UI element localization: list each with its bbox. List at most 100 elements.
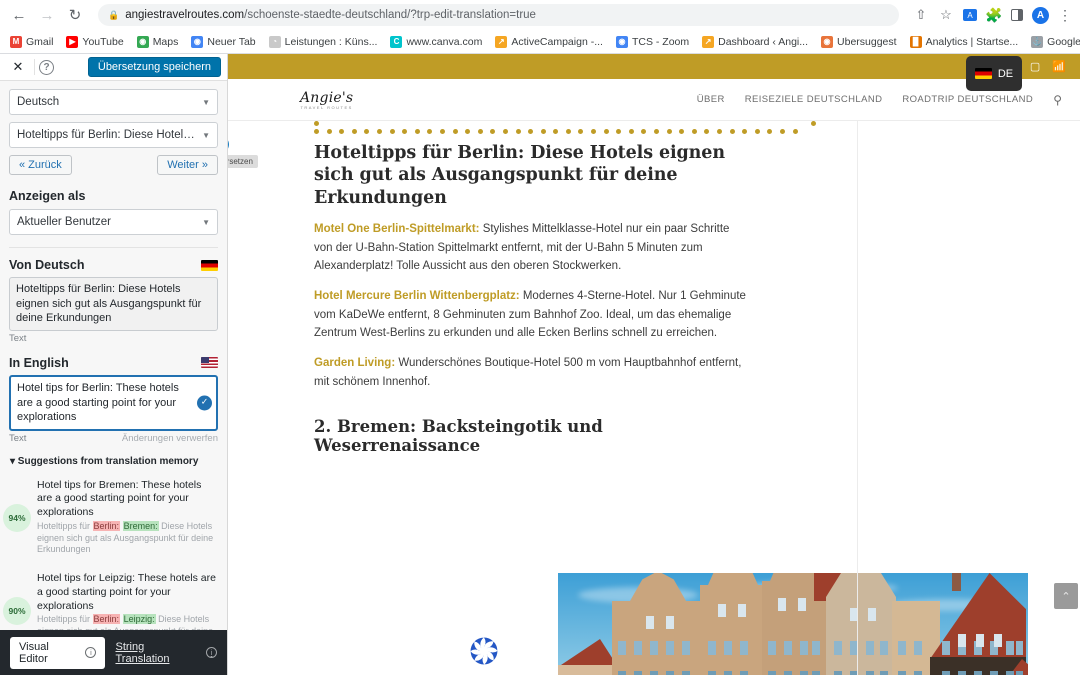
edit-pencil-icon[interactable]: ✎ bbox=[228, 136, 229, 153]
diff-added: Leipzig: bbox=[122, 614, 156, 625]
source-meta-row: Text bbox=[9, 333, 218, 344]
help-icon[interactable]: ? bbox=[39, 59, 54, 75]
window bbox=[650, 671, 658, 675]
target-language-header: In English bbox=[9, 356, 218, 370]
window bbox=[866, 641, 874, 655]
bookmark-item[interactable]: ◉ Neuer Tab bbox=[191, 35, 256, 48]
bookmark-item[interactable]: Cwww.canva.com bbox=[390, 35, 482, 48]
bookmark-label: YouTube bbox=[82, 35, 124, 48]
info-icon[interactable]: i bbox=[85, 647, 97, 658]
window bbox=[784, 671, 792, 675]
search-icon[interactable]: ⚲ bbox=[1053, 93, 1062, 107]
site-content: ✎ Übersetzen Hoteltipps für Berlin: Dies… bbox=[228, 121, 1080, 675]
site-logo[interactable]: Angie's TRAVEL ROUTES bbox=[300, 90, 353, 110]
bookmark-favicon-icon: ◉ bbox=[615, 35, 628, 48]
bookmark-label: Gmail bbox=[26, 35, 54, 48]
screen-root: ← → ↻ 🔒 angiestravelroutes.com/schoenste… bbox=[0, 0, 1080, 675]
section-heading: 2. Bremen: Backsteingotik und Weserrenai… bbox=[314, 417, 603, 456]
window bbox=[618, 671, 626, 675]
window bbox=[666, 671, 674, 675]
nav-link[interactable]: ÜBER bbox=[697, 94, 725, 105]
browser-menu-icon[interactable]: ⋮ bbox=[1058, 7, 1072, 24]
language-select-value: Deutsch bbox=[17, 96, 60, 108]
suggestion-match-percent: 90% bbox=[3, 597, 31, 626]
previous-string-button[interactable]: « Zurück bbox=[9, 155, 72, 175]
logo-subtext: TRAVEL ROUTES bbox=[300, 104, 353, 110]
side-panel-icon[interactable] bbox=[1011, 9, 1023, 21]
source-text-field: Hoteltipps für Berlin: Diese Hotels eign… bbox=[9, 277, 218, 331]
visual-editor-button[interactable]: Visual Editor i bbox=[10, 636, 106, 669]
bookmark-item[interactable]: ↗ ActiveCampaign -... bbox=[495, 35, 603, 48]
translate-icon[interactable]: A bbox=[963, 9, 977, 21]
dot bbox=[754, 129, 760, 134]
extensions-puzzle-icon[interactable]: 🧩 bbox=[985, 7, 1002, 23]
window bbox=[768, 641, 776, 655]
window bbox=[784, 641, 792, 655]
bookmark-item[interactable]: █ Analytics | Startse... bbox=[909, 35, 1018, 48]
window bbox=[868, 608, 876, 621]
nav-link[interactable]: ROADTRIP DEUTSCHLAND bbox=[902, 94, 1033, 105]
check-icon[interactable]: ✓ bbox=[197, 395, 212, 411]
bookmark-favicon-icon: ◉ bbox=[136, 35, 149, 48]
string-translation-button[interactable]: String Translation i bbox=[115, 641, 217, 665]
nav-link[interactable]: REISEZIELE DEUTSCHLAND bbox=[745, 94, 883, 105]
bookmark-item[interactable]: ◉ Ubersuggest bbox=[821, 35, 897, 48]
bookmark-star-icon[interactable]: ☆ bbox=[938, 7, 954, 23]
close-icon[interactable]: ✕ bbox=[6, 59, 30, 75]
reload-icon[interactable]: ↻ bbox=[64, 4, 86, 26]
save-translation-button[interactable]: Übersetzung speichern bbox=[87, 57, 221, 77]
bookmark-item[interactable]: ◉ Maps bbox=[136, 35, 178, 48]
language-switcher-badge[interactable]: DE bbox=[966, 56, 1022, 91]
suggestion-item[interactable]: 90% Hotel tips for Leipzig: These hotels … bbox=[0, 564, 227, 630]
sidebar-body: Deutsch ▼ Hoteltipps für Berlin: Diese H… bbox=[0, 81, 227, 471]
bookmark-item[interactable]: ⚓Google Search Co... bbox=[1031, 35, 1080, 48]
bookmark-item[interactable]: M Gmail bbox=[10, 35, 54, 48]
rss-icon[interactable]: 📶 bbox=[1052, 60, 1066, 73]
bookmark-favicon-icon: C bbox=[390, 35, 403, 48]
site-navigation: Angie's TRAVEL ROUTES ÜBER REISEZIELE DEU… bbox=[228, 79, 1080, 121]
suggestion-item[interactable]: 94% Hotel tips for Bremen: These hotels a… bbox=[0, 471, 227, 565]
string-select-value: Hoteltipps für Berlin: Diese Hotels eign… bbox=[17, 129, 199, 141]
dot bbox=[779, 129, 785, 134]
bookmark-label: Dashboard ‹ Angi... bbox=[718, 35, 809, 48]
forward-icon[interactable]: → bbox=[36, 4, 58, 26]
translation-sidebar: ✕ ? Übersetzung speichern Deutsch ▼ Hote… bbox=[0, 54, 228, 675]
info-icon[interactable]: i bbox=[206, 647, 217, 658]
window bbox=[914, 641, 922, 655]
profile-avatar[interactable]: A bbox=[1032, 6, 1049, 24]
bookmark-item[interactable]: ▶ YouTube bbox=[66, 35, 124, 48]
bookmark-item[interactable]: ◔ Leistungen : Küns... bbox=[268, 35, 377, 48]
window bbox=[974, 671, 982, 675]
url-path: /schoenste-staedte-deutschland/?trp-edit… bbox=[244, 9, 536, 21]
target-text-field[interactable]: Hotel tips for Berlin: These hotels are … bbox=[9, 374, 218, 431]
window bbox=[682, 641, 690, 655]
discard-changes-link[interactable]: Änderungen verwerfen bbox=[122, 433, 218, 444]
string-select[interactable]: Hoteltipps für Berlin: Diese Hotels eign… bbox=[9, 122, 218, 148]
page-title-text: Hoteltipps für Berlin: Diese Hotels eign… bbox=[314, 143, 725, 208]
window bbox=[898, 671, 906, 675]
window bbox=[994, 634, 1002, 647]
language-select[interactable]: Deutsch ▼ bbox=[9, 89, 218, 115]
bookmark-item[interactable]: ↗ Dashboard ‹ Angi... bbox=[702, 35, 809, 48]
window bbox=[724, 671, 732, 675]
bookmark-favicon-icon: ⚓ bbox=[1031, 35, 1044, 48]
next-string-button[interactable]: Weiter » bbox=[157, 155, 218, 175]
window bbox=[708, 641, 716, 655]
scroll-to-top-button[interactable]: ⌃ bbox=[1054, 583, 1078, 609]
logo-text: Angie's bbox=[300, 89, 354, 106]
page-title: Hoteltipps für Berlin: Diese Hotels eign… bbox=[314, 142, 748, 209]
window bbox=[798, 598, 806, 611]
back-icon[interactable]: ← bbox=[8, 4, 30, 26]
bookmark-item[interactable]: ◉ TCS - Zoom bbox=[615, 35, 689, 48]
url-text: angiestravelroutes.com/schoenste-staedte… bbox=[125, 9, 536, 21]
instagram-icon[interactable]: ▢ bbox=[1030, 60, 1040, 73]
address-bar[interactable]: 🔒 angiestravelroutes.com/schoenste-staed… bbox=[98, 4, 899, 26]
sidebar-header: ✕ ? Übersetzung speichern bbox=[0, 54, 227, 81]
share-icon[interactable]: ⇧ bbox=[913, 7, 929, 23]
toolbar-icons: ⇧ ☆ A 🧩 A ⋮ bbox=[911, 6, 1072, 24]
dot bbox=[767, 129, 773, 134]
window bbox=[812, 641, 820, 655]
suggestions-heading[interactable]: ▾ Suggestions from translation memory bbox=[9, 456, 218, 467]
window bbox=[834, 641, 842, 655]
view-as-select[interactable]: Aktueller Benutzer ▼ bbox=[9, 209, 218, 235]
